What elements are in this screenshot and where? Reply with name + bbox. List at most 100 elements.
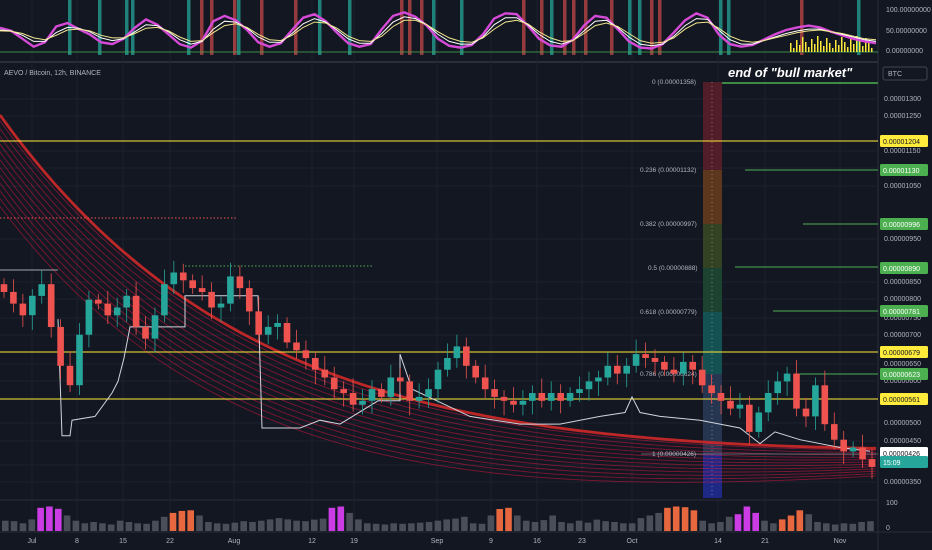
candle-body xyxy=(783,373,791,382)
volume-bar xyxy=(205,522,212,531)
candle-body xyxy=(840,439,847,452)
osc-histogram-bar xyxy=(829,43,831,52)
fib-label-0382: 0.382 (0.00000997) xyxy=(640,221,697,228)
volume-bar xyxy=(19,523,27,532)
candle-body xyxy=(444,358,451,370)
price-tick-label: 0.00001150 xyxy=(884,148,921,155)
osc-histogram-bar xyxy=(811,39,813,52)
candle-body xyxy=(397,377,404,382)
candle-body xyxy=(576,389,583,393)
fib-label-05: 0.5 (0.00000888) xyxy=(648,265,698,272)
volume-bar xyxy=(160,516,168,531)
volume-bar xyxy=(646,515,654,531)
candle-body xyxy=(66,365,74,386)
candle-body xyxy=(566,393,574,401)
volume-bar xyxy=(240,521,247,531)
price-tag-label: 0.00000623 xyxy=(883,372,920,379)
volume-bar xyxy=(708,523,715,532)
volume-bar xyxy=(787,515,795,531)
vol-tick-100: 100 xyxy=(886,500,898,507)
candle-body xyxy=(378,389,385,397)
price-tag-label: 0.00001130 xyxy=(883,168,920,175)
candle-body xyxy=(227,276,234,304)
candle-body xyxy=(113,307,121,316)
volume-bar xyxy=(107,524,115,531)
volume-bar xyxy=(143,523,150,531)
candle-body xyxy=(793,373,800,409)
price-tick-label: 0.00000450 xyxy=(884,438,921,445)
volume-bar xyxy=(681,507,689,531)
volume-bar xyxy=(628,523,636,532)
volume-bar xyxy=(805,514,812,531)
candle-body xyxy=(510,400,517,405)
time-tick-label: 14 xyxy=(714,538,722,545)
volume-bar xyxy=(664,507,671,532)
volume-bar xyxy=(169,512,177,531)
price-tick-label: 0.00000800 xyxy=(884,296,921,303)
candle-body xyxy=(529,393,536,401)
volume-bar xyxy=(496,509,503,531)
candle-body xyxy=(85,299,93,335)
volume-bar xyxy=(752,512,759,531)
volume-bar xyxy=(10,521,18,531)
volume-bar xyxy=(328,507,336,532)
volume-bar xyxy=(319,518,327,531)
volume-bar xyxy=(258,520,265,531)
candle-body xyxy=(142,326,149,339)
candle-body xyxy=(812,385,819,417)
candle-body xyxy=(472,365,479,378)
price-tick-label: 0.00000850 xyxy=(884,279,921,286)
volume-bar xyxy=(434,520,442,531)
candle-body xyxy=(264,326,272,335)
currency-badge-label: BTC xyxy=(888,71,902,78)
candle-body xyxy=(557,393,564,401)
candle-body xyxy=(189,280,196,289)
candle-body xyxy=(415,396,423,401)
candle-body xyxy=(151,315,159,339)
volume-bar xyxy=(28,519,36,531)
osc-histogram-bar xyxy=(799,45,801,52)
price-tag-label: 0.00001204 xyxy=(883,139,920,146)
candle-body xyxy=(500,396,508,401)
osc-histogram-bar xyxy=(850,39,852,52)
candle-body xyxy=(547,393,555,401)
fib-label-1: 1 (0.00000426) xyxy=(652,451,696,458)
candle-body xyxy=(208,291,215,308)
volume-bar xyxy=(337,506,345,531)
volume-bar xyxy=(469,523,477,532)
osc-signal-bar-red xyxy=(260,0,264,55)
volume-bar xyxy=(231,522,239,531)
osc-signal-bar-red xyxy=(540,0,544,55)
time-tick-label: 9 xyxy=(489,538,493,545)
price-tick-label: 0.00000650 xyxy=(884,361,921,368)
osc-signal-bar-green xyxy=(98,0,102,55)
time-tick-label: Sep xyxy=(431,538,444,545)
candle-body xyxy=(755,412,763,432)
trading-chart[interactable]: 100.00000000 50.00000000 0.00000000 0 (0… xyxy=(0,0,932,550)
osc-signal-bar-green xyxy=(125,0,129,55)
volume-bar xyxy=(522,520,530,531)
candle-body xyxy=(453,346,461,359)
osc-signal-bar-green xyxy=(237,0,241,55)
osc-signal-bar-green xyxy=(719,0,723,55)
volume-bar xyxy=(840,523,848,532)
fib-gradient-bar xyxy=(703,82,722,498)
time-tick-label: Jul xyxy=(28,538,37,545)
candle-body xyxy=(161,284,168,316)
candle-body xyxy=(217,303,225,308)
osc-histogram-bar xyxy=(814,44,816,52)
time-tick-label: Oct xyxy=(627,538,638,545)
fib-label-0236: 0.236 (0.00001132) xyxy=(640,167,696,174)
candle-body xyxy=(802,408,810,417)
osc-signal-bar-green xyxy=(348,0,352,55)
price-tag-label: 0.00000679 xyxy=(883,350,920,357)
volume-bar xyxy=(425,522,433,531)
volume-bar xyxy=(672,506,680,531)
price-tick-label: 0.00000500 xyxy=(884,420,921,427)
volume-bar xyxy=(823,523,830,532)
price-tick-label: 0.00000700 xyxy=(884,332,921,339)
volume-bar xyxy=(567,523,574,532)
time-tick-label: Aug xyxy=(228,538,241,545)
osc-histogram-bar xyxy=(832,48,834,52)
osc-tick-100: 100.00000000 xyxy=(886,7,931,14)
